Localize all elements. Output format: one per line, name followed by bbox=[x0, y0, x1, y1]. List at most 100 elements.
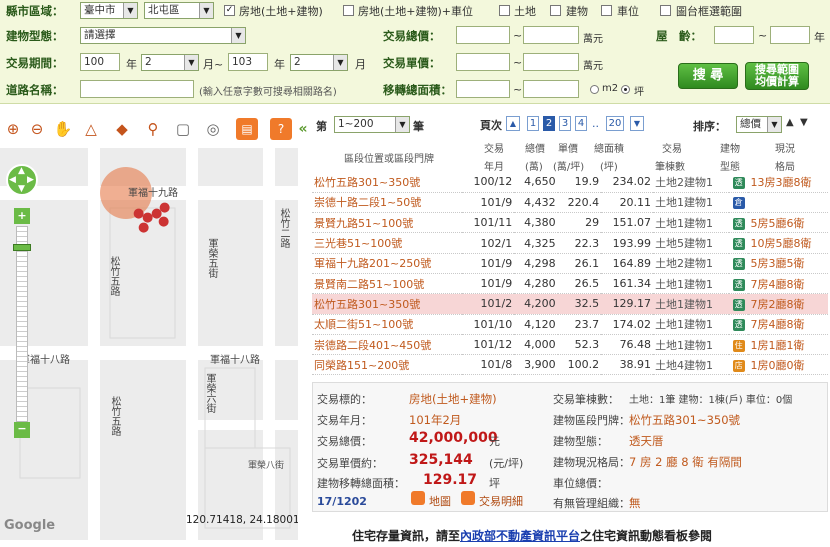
type-checkbox-land[interactable] bbox=[499, 5, 510, 16]
search-range-average-button[interactable]: 搜尋範圍 均價計算 bbox=[745, 62, 809, 90]
detail-area-label: 建物移轉總面積： bbox=[317, 477, 405, 490]
area-select-icon[interactable]: ◆ bbox=[111, 118, 133, 140]
page-link[interactable]: 4 bbox=[575, 116, 587, 131]
zoom-out-button[interactable]: − bbox=[14, 422, 30, 438]
detail-mgmt-label: 有無管理組織： bbox=[553, 497, 630, 510]
zoom-slider[interactable] bbox=[16, 226, 28, 422]
table-row[interactable]: 同榮路151~200號 101/8 3,900 100.2 38.91 土地4建物1 店 1房… bbox=[312, 354, 828, 376]
table-row[interactable]: 崇德十路二段1~50號 101/9 4,432 220.4 20.11 土地1建物1 倉 bbox=[312, 192, 828, 214]
map-view[interactable]: ● ● ● ● ● ● 軍福十九路 松竹五路 軍榮五街 軍福十八路 軍福十八路 … bbox=[0, 148, 298, 540]
area-min-input[interactable] bbox=[456, 80, 510, 98]
unit-m2-radio[interactable] bbox=[590, 85, 599, 94]
unit-price-max-input[interactable] bbox=[523, 53, 579, 71]
district-select[interactable]: 北屯區 ▼ bbox=[144, 2, 214, 19]
total-price-unit: 萬元 bbox=[583, 34, 603, 45]
prev-page-icon[interactable]: ▲ bbox=[506, 116, 520, 131]
row-unit-price: 26.1 bbox=[557, 253, 602, 274]
road-label-map: 軍榮八街 bbox=[248, 461, 285, 471]
map-select-label: 圖台框選範圍 bbox=[676, 5, 742, 18]
type-option-label: 車位 bbox=[617, 5, 639, 18]
detail-list-icon[interactable] bbox=[461, 491, 475, 505]
age-min-input[interactable] bbox=[714, 26, 754, 44]
search-range-line2: 均價計算 bbox=[755, 75, 799, 88]
map-select-checkbox[interactable] bbox=[660, 5, 671, 16]
location-marker-icon[interactable]: ● bbox=[158, 214, 169, 229]
type-checkbox-parking[interactable] bbox=[601, 5, 612, 16]
building-type-select[interactable]: 請選擇 ▼ bbox=[80, 27, 246, 44]
row-building-type: 透 bbox=[728, 314, 749, 335]
search-button[interactable]: 搜 尋 bbox=[678, 63, 738, 89]
period-to-year-input[interactable]: 103 bbox=[228, 53, 268, 71]
type-checkbox-house-land[interactable]: ✓ bbox=[224, 5, 235, 16]
page-link[interactable]: 1 bbox=[527, 116, 539, 131]
column-header: 交易 bbox=[662, 144, 682, 155]
zoom-out-icon[interactable]: ⊖ bbox=[26, 118, 48, 140]
unit-ping-radio[interactable] bbox=[621, 85, 630, 94]
pan-right-icon[interactable]: ▶ bbox=[27, 175, 34, 185]
page-link-current[interactable]: 2 bbox=[543, 116, 555, 131]
period-to-month-select[interactable]: 2 ▼ bbox=[290, 54, 348, 71]
detail-date-value: 101年2月 bbox=[409, 413, 462, 427]
table-row[interactable]: 景賢南二路51~100號 101/9 4,280 26.5 161.34 土地1建物1 透 7… bbox=[312, 273, 828, 295]
location-marker-icon[interactable]: ● bbox=[138, 220, 149, 235]
zoom-in-icon[interactable]: ⊕ bbox=[2, 118, 24, 140]
sort-desc-icon[interactable]: ▼ bbox=[800, 117, 808, 128]
sort-label: 排序： bbox=[693, 120, 726, 133]
age-label: 屋 齡： bbox=[656, 29, 702, 43]
row-count: 土地2建物1 bbox=[653, 172, 729, 193]
page-link[interactable]: 3 bbox=[559, 116, 571, 131]
total-price-min-input[interactable] bbox=[456, 26, 510, 44]
map-link[interactable]: 地圖 bbox=[429, 493, 451, 509]
footer-link[interactable]: 內政部不動產資訊平台 bbox=[460, 529, 580, 543]
area-max-input[interactable] bbox=[523, 80, 579, 98]
unit-price-min-input[interactable] bbox=[456, 53, 510, 71]
sort-select[interactable]: 總價 ▼ bbox=[736, 116, 782, 133]
row-area: 174.02 bbox=[601, 314, 654, 335]
road-input[interactable] bbox=[80, 80, 194, 98]
pan-up-icon[interactable]: ▲ bbox=[18, 166, 25, 176]
table-row[interactable]: 松竹五路301~350號 101/2 4,200 32.5 129.17 土地1建物1 透 7… bbox=[312, 293, 828, 315]
row-building-type: 透 bbox=[728, 212, 749, 234]
period-from-year-input[interactable]: 100 bbox=[80, 53, 120, 71]
table-row[interactable]: 松竹五路301~350號 100/12 4,650 19.9 234.02 土地2建物1 透… bbox=[312, 172, 828, 193]
measure-icon[interactable]: △ bbox=[80, 118, 102, 140]
page-range-select[interactable]: 1~200 ▼ bbox=[334, 116, 410, 133]
row-date: 101/9 bbox=[462, 192, 515, 214]
type-checkbox-building[interactable] bbox=[550, 5, 561, 16]
detail-index: 17/1202 bbox=[317, 495, 367, 508]
transaction-detail-link[interactable]: 交易明細 bbox=[479, 493, 523, 509]
table-row[interactable]: 景賢九路51~100號 101/11 4,380 29 151.07 土地1建物1 透 5房5… bbox=[312, 212, 828, 234]
pan-down-icon[interactable]: ▼ bbox=[18, 184, 25, 194]
type-checkbox-house-land-parking[interactable] bbox=[343, 5, 354, 16]
building-type-icon: 透 bbox=[732, 258, 745, 271]
period-from-month-select[interactable]: 2 ▼ bbox=[141, 54, 199, 71]
row-date: 101/8 bbox=[462, 354, 515, 376]
age-max-input[interactable] bbox=[770, 26, 810, 44]
zoom-in-button[interactable]: + bbox=[14, 208, 30, 224]
pan-left-icon[interactable]: ◀ bbox=[9, 175, 16, 185]
circle-select-icon[interactable]: ◎ bbox=[202, 118, 224, 140]
pan-hand-icon[interactable]: ✋ bbox=[52, 118, 74, 140]
map-pin-icon[interactable] bbox=[411, 491, 425, 505]
row-total-price: 3,900 bbox=[514, 354, 558, 376]
zoom-slider-handle[interactable] bbox=[13, 244, 31, 251]
road-label-map: 松竹二路 bbox=[278, 208, 289, 248]
sort-asc-icon[interactable]: ▲ bbox=[786, 117, 794, 128]
table-row[interactable]: 太順二街51~100號 101/10 4,120 23.7 174.02 土地1建物1 透 7… bbox=[312, 314, 828, 335]
layer-icon[interactable]: ▤ bbox=[236, 118, 258, 140]
county-select[interactable]: 臺中市 ▼ bbox=[80, 2, 138, 19]
page-link[interactable]: 20 bbox=[606, 116, 624, 131]
table-row[interactable]: 軍福十九路201~250號 101/9 4,298 26.1 164.89 土地2建物1 透… bbox=[312, 253, 828, 274]
info-icon[interactable]: ? bbox=[270, 118, 292, 140]
total-price-max-input[interactable] bbox=[523, 26, 579, 44]
table-row[interactable]: 崇德路二段401~450號 101/12 4,000 52.3 76.48 土地1建物1 住… bbox=[312, 334, 828, 356]
collapse-icon[interactable]: « bbox=[296, 118, 310, 140]
next-page-icon[interactable]: ▼ bbox=[630, 116, 644, 131]
building-type-icon: 透 bbox=[732, 278, 745, 291]
building-type-icon: 透 bbox=[732, 238, 745, 251]
table-row[interactable]: 三光巷51~100號 102/1 4,325 22.3 193.99 土地5建物1 透 10房… bbox=[312, 232, 828, 254]
locate-icon[interactable]: ⚲ bbox=[142, 118, 164, 140]
location-marker-icon[interactable]: ● bbox=[159, 200, 170, 215]
rect-select-icon[interactable]: ▢ bbox=[172, 118, 194, 140]
pan-control[interactable]: ▲ ▼ ◀ ▶ bbox=[6, 164, 38, 196]
